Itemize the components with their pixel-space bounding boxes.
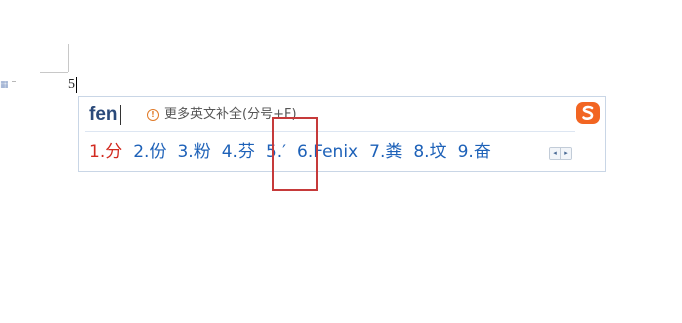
ime-divider — [85, 131, 575, 132]
document-text-line[interactable]: 5 — [68, 76, 77, 94]
ime-candidate-window[interactable]: fen ! 更多英文补全(分号+F) 1.分 2.份 3.粉 4.芬 5.′ 6.Feni… — [78, 96, 606, 172]
pinyin-caret — [119, 105, 121, 125]
candidate-4[interactable]: 4.芬 — [222, 141, 255, 163]
document-text-caret — [76, 77, 77, 93]
paragraph-layout-icon[interactable]: ▦ — [0, 80, 9, 90]
candidate-2[interactable]: 2.份 — [133, 141, 166, 163]
candidate-pager: ◂ ▸ — [549, 147, 572, 160]
side-ruler-mark — [12, 81, 16, 82]
candidate-1[interactable]: 1.分 — [89, 141, 122, 163]
annotation-highlight-box — [272, 117, 318, 191]
info-icon: ! — [147, 109, 159, 121]
candidate-8[interactable]: 8.坟 — [413, 141, 446, 163]
candidate-9[interactable]: 9.奋 — [458, 141, 491, 163]
candidate-3[interactable]: 3.粉 — [177, 141, 210, 163]
margin-corner-vertical — [68, 44, 69, 72]
next-page-icon[interactable]: ▸ — [560, 148, 571, 159]
sogou-s-icon[interactable] — [575, 100, 601, 126]
previous-page-icon[interactable]: ◂ — [550, 148, 560, 159]
document-typed-text: 5 — [68, 77, 75, 92]
ime-composition-bar: fen ! 更多英文补全(分号+F) — [79, 97, 605, 132]
margin-corner-horizontal — [40, 72, 68, 73]
screenshot-canvas: ▦ 5 fen ! 更多英文补全(分号+F) 1.分 2.份 3.粉 4.芬 5.′ 6.… — [0, 0, 682, 323]
pinyin-composition[interactable]: fen — [89, 103, 121, 127]
candidate-7[interactable]: 7.粪 — [369, 141, 402, 163]
pinyin-input-text: fen — [89, 104, 118, 125]
